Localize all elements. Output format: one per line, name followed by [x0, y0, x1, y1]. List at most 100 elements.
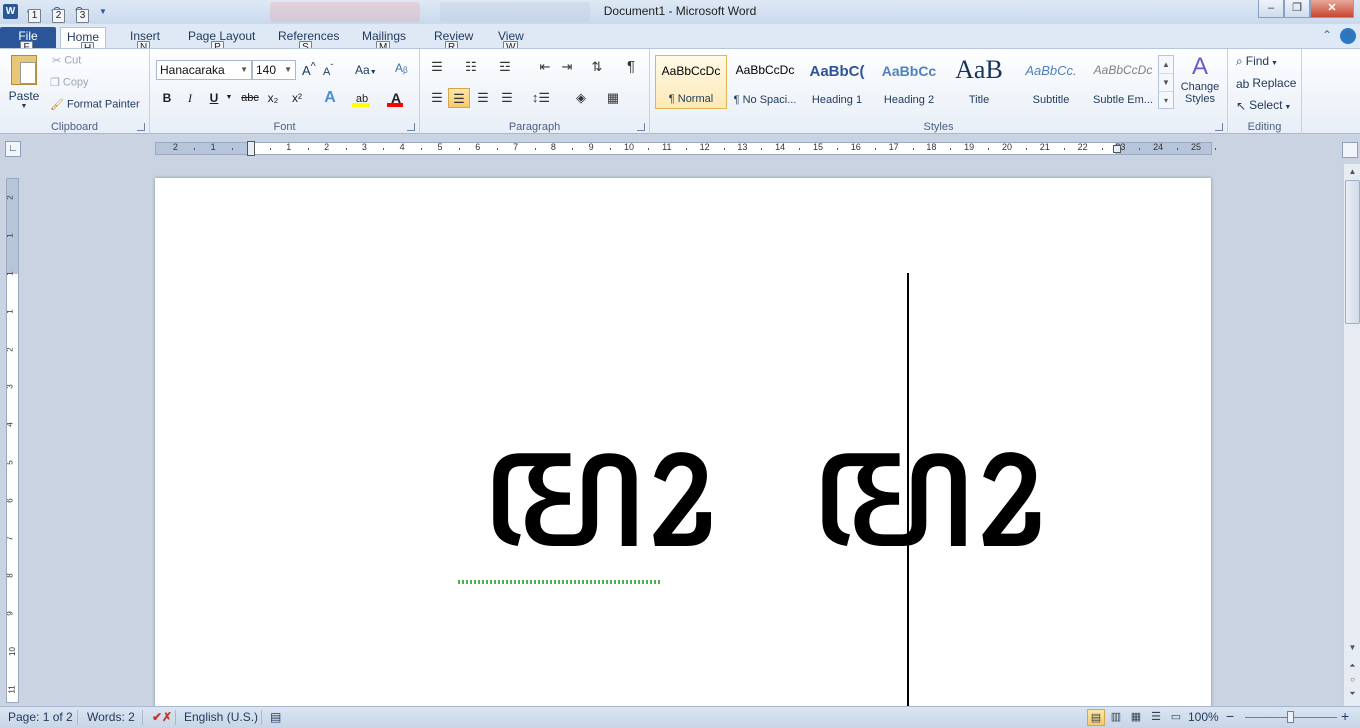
underline-button[interactable]: U [204, 88, 224, 108]
align-right-button[interactable]: ☰ [472, 88, 494, 108]
show-hide-button[interactable]: ¶ [620, 57, 642, 77]
copy-button[interactable]: ❐ Copy [50, 76, 89, 89]
scroll-thumb[interactable] [1345, 180, 1360, 324]
highlight-button[interactable]: ab [350, 88, 374, 108]
browse-object-icon[interactable]: ○ [1345, 672, 1360, 687]
zoom-in-button[interactable]: + [1341, 708, 1349, 724]
font-color-button[interactable]: A [384, 88, 408, 108]
tab-home[interactable]: Home H [60, 27, 107, 56]
bold-button[interactable]: B [157, 88, 177, 108]
minimize-button[interactable]: – [1258, 0, 1284, 18]
strikethrough-button[interactable]: abc [238, 88, 262, 108]
style-subtitle[interactable]: AaBbCc. Subtitle [1015, 55, 1087, 109]
tab-mailings[interactable]: Mailings M [356, 27, 412, 55]
increase-indent-button[interactable]: ⇥ [556, 57, 578, 77]
clipboard-launcher-icon[interactable] [137, 123, 145, 131]
italic-button[interactable]: I [180, 88, 200, 108]
bullets-button[interactable]: ☰ [426, 57, 448, 77]
style-subtle-emphasis[interactable]: AaBbCcDc Subtle Em... [1087, 55, 1159, 109]
numbering-button[interactable]: ☷ [460, 57, 482, 77]
scroll-up-icon[interactable]: ▲ [1345, 164, 1360, 179]
zoom-level[interactable]: 100% [1188, 710, 1219, 724]
right-indent-marker-icon[interactable] [1113, 145, 1121, 153]
full-screen-reading-icon[interactable]: ▥ [1107, 709, 1125, 726]
vertical-scrollbar[interactable]: ▲ ▼ ⏶ ○ ⏷ [1343, 164, 1360, 706]
align-left-button[interactable]: ☰ [426, 88, 448, 108]
replace-button[interactable]: ab Replace [1236, 76, 1296, 91]
tab-selector-button[interactable]: ∟ [5, 141, 21, 157]
clear-formatting-button[interactable]: Aᵦ [395, 61, 408, 75]
close-button[interactable]: ✕ [1310, 0, 1354, 18]
text-effects-button[interactable]: A [320, 88, 340, 108]
next-page-icon[interactable]: ⏷ [1345, 686, 1360, 701]
font-name-combo[interactable]: Hanacaraka ▼ [156, 60, 252, 80]
shading-button[interactable]: ◈ [570, 88, 592, 108]
zoom-out-button[interactable]: − [1226, 708, 1234, 724]
center-button[interactable]: ☰ [448, 88, 470, 108]
grammar-squiggle[interactable] [458, 580, 661, 584]
font-size-combo[interactable]: 140 ▼ [252, 60, 296, 80]
borders-button[interactable]: ▦ [602, 88, 624, 108]
superscript-button[interactable]: x² [287, 88, 307, 108]
vertical-ruler[interactable]: 2 1 1 1 2 3 4 5 6 7 8 9 10 11 [6, 178, 19, 703]
find-button[interactable]: ⌕ Find ▼ [1236, 54, 1278, 69]
zoom-slider-thumb[interactable] [1287, 711, 1294, 723]
subscript-button[interactable]: x₂ [263, 88, 283, 108]
draft-view-icon[interactable]: ▭ [1167, 709, 1185, 726]
align-center-icon: ☰ [453, 91, 465, 106]
select-button[interactable]: ↖ Select ▼ [1236, 98, 1291, 113]
tab-references[interactable]: References S [272, 27, 345, 55]
style-heading-1[interactable]: AaBbC( Heading 1 [801, 55, 873, 109]
decrease-indent-button[interactable]: ⇤ [534, 57, 556, 77]
font-launcher-icon[interactable] [407, 123, 415, 131]
multilevel-list-button[interactable]: ☲ [494, 57, 516, 77]
help-icon[interactable]: ? [1340, 28, 1356, 44]
change-case-button[interactable]: Aa▼ [355, 63, 377, 77]
proofing-icon[interactable]: ✔✗ [152, 710, 172, 724]
chevron-down-icon[interactable]: ▼ [224, 88, 234, 108]
tab-review[interactable]: Review R [428, 27, 479, 55]
previous-page-icon[interactable]: ⏶ [1345, 658, 1360, 673]
chevron-up-icon[interactable]: ▲ [1159, 56, 1173, 74]
shrink-font-button[interactable]: Aˇ [323, 62, 333, 78]
scroll-down-icon[interactable]: ▼ [1345, 640, 1360, 655]
macro-record-icon[interactable]: ▤ [270, 710, 281, 724]
sort-button[interactable]: ⇅ [586, 57, 608, 77]
view-ruler-button[interactable] [1342, 142, 1358, 158]
tab-view[interactable]: View W [492, 27, 530, 55]
line-spacing-button[interactable]: ↕☰ [530, 88, 552, 108]
maximize-button[interactable]: ❐ [1284, 0, 1310, 18]
style-no-spacing[interactable]: AaBbCcDc ¶ No Spaci... [729, 55, 801, 109]
word-count[interactable]: Words: 2 [87, 710, 135, 724]
styles-launcher-icon[interactable] [1215, 123, 1223, 131]
styles-gallery-scroll[interactable]: ▲ ▼ ▾ [1158, 55, 1174, 109]
document-text[interactable]: ꦩꦴ ꦩꦴ [480, 393, 1064, 583]
minimize-ribbon-icon[interactable]: ⌃ [1322, 28, 1332, 44]
chevron-down-icon: ▼ [1269, 60, 1278, 67]
style-title[interactable]: AaB Title [943, 55, 1015, 109]
grow-font-button[interactable]: A^ [302, 61, 316, 78]
gallery-more-icon[interactable]: ▾ [1159, 92, 1173, 110]
indent-marker-icon[interactable] [247, 141, 255, 156]
ruler-tick [1063, 148, 1065, 150]
outline-view-icon[interactable]: ☰ [1147, 709, 1165, 726]
tab-page-layout[interactable]: Page Layout P [182, 27, 261, 55]
chevron-down-icon[interactable]: ▼ [1159, 74, 1173, 92]
style-sample: AaBbCcDc [661, 64, 721, 78]
change-styles-button[interactable]: A Change Styles [1178, 53, 1222, 105]
justify-button[interactable]: ☰ [496, 88, 518, 108]
print-layout-view-icon[interactable]: ▤ [1087, 709, 1105, 726]
format-painter-button[interactable]: 🖌 Format Painter [50, 98, 140, 111]
page-count[interactable]: Page: 1 of 2 [8, 710, 73, 724]
horizontal-ruler[interactable]: 2111234567891011121314151617181920212223… [155, 141, 1216, 156]
paragraph-launcher-icon[interactable] [637, 123, 645, 131]
style-normal[interactable]: AaBbCcDc ¶ Normal [655, 55, 727, 109]
tab-file[interactable]: File F [0, 27, 56, 55]
document-page[interactable]: ꦩꦴ ꦩꦴ [155, 178, 1211, 708]
paste-button[interactable]: Paste ▼ [6, 53, 42, 113]
style-heading-2[interactable]: AaBbCc Heading 2 [873, 55, 945, 109]
web-layout-icon[interactable]: ▦ [1127, 709, 1145, 726]
cut-button[interactable]: ✂ Cut [52, 54, 81, 67]
language-indicator[interactable]: English (U.S.) [184, 710, 258, 724]
tab-insert[interactable]: Insert N [124, 27, 166, 55]
